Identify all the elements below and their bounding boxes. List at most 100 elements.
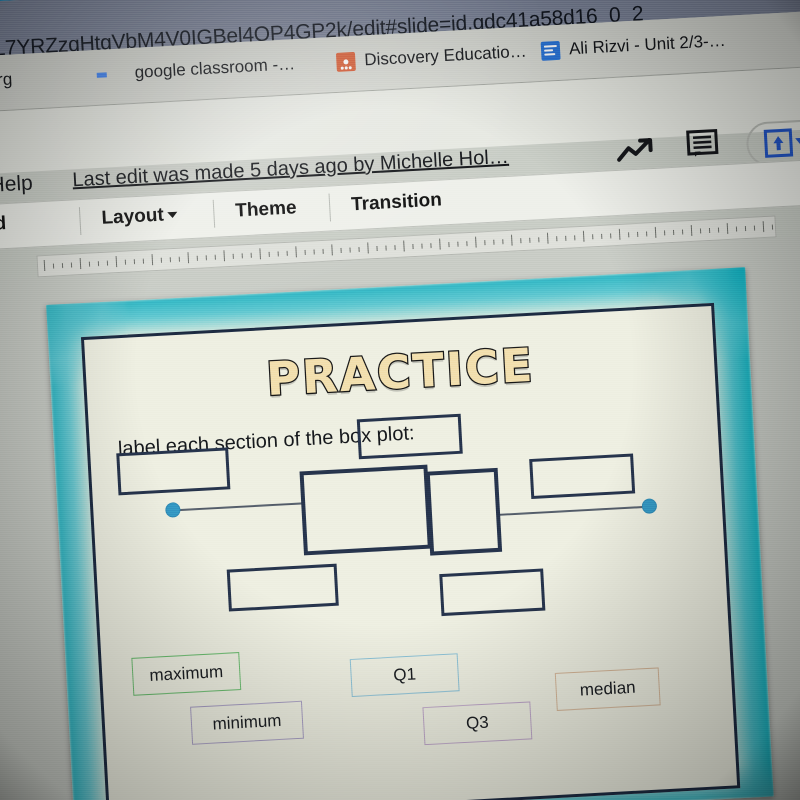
chevron-down-icon[interactable] — [794, 137, 800, 147]
ruler-tick — [628, 232, 630, 238]
ruler-tick — [735, 226, 738, 232]
right-whisker-endpoint-dot[interactable] — [641, 498, 658, 515]
blank-bottom-left[interactable] — [226, 563, 339, 612]
blank-top-center[interactable] — [356, 413, 463, 460]
ruler-tick — [385, 245, 387, 251]
ruler-tick — [322, 248, 324, 254]
ruler-tick — [43, 260, 46, 272]
ruler-tick — [664, 230, 666, 236]
toolbar-theme[interactable]: Theme — [235, 197, 297, 222]
comment-icon[interactable] — [686, 128, 722, 162]
ruler-tick — [582, 230, 585, 242]
ruler-tick — [169, 257, 171, 263]
ruler-tick — [205, 255, 207, 261]
ruler-tick — [762, 221, 765, 233]
ruler-tick — [610, 233, 612, 239]
ruler-tick — [124, 259, 127, 265]
answer-chip-q1[interactable]: Q1 — [349, 653, 460, 698]
ruler-tick — [726, 223, 729, 235]
ruler-tick — [196, 255, 198, 261]
ruler-tick — [250, 252, 252, 258]
ruler-tick — [744, 226, 747, 232]
ruler-tick — [475, 236, 477, 248]
ruler-tick — [52, 263, 55, 269]
discovery-education-icon — [335, 51, 356, 72]
ruler-tick — [295, 246, 297, 258]
ruler-tick — [592, 234, 594, 240]
ruler-tick — [232, 253, 234, 259]
slide-inner-panel: PRACTICE label each section of the box p… — [80, 302, 743, 800]
ruler-tick — [142, 258, 145, 264]
box-q1-to-median — [299, 464, 432, 556]
answer-chip-label: minimum — [212, 710, 282, 734]
answer-chip-median[interactable]: median — [554, 667, 661, 711]
ruler-tick — [403, 240, 405, 252]
ruler-tick — [268, 251, 270, 257]
box-median-to-q3 — [425, 467, 503, 556]
ruler-tick — [178, 256, 180, 262]
ruler-tick — [70, 262, 73, 268]
ruler-tick — [618, 228, 621, 240]
ruler-tick — [546, 232, 549, 244]
chevron-down-icon[interactable] — [167, 211, 178, 219]
answer-chip-minimum[interactable]: minimum — [190, 700, 304, 745]
menu-item-help[interactable]: Help — [0, 172, 33, 198]
ruler-tick — [214, 254, 216, 260]
ruler-tick — [646, 231, 648, 237]
present-icon — [763, 128, 793, 158]
ruler-tick — [466, 241, 468, 247]
ruler-tick — [133, 259, 136, 265]
ruler-tick — [538, 237, 540, 243]
ruler-tick — [430, 243, 432, 249]
ruler-tick — [412, 244, 414, 250]
blank-bottom-right[interactable] — [439, 568, 546, 617]
ruler-tick — [277, 251, 279, 257]
answer-chip-maximum[interactable]: maximum — [131, 652, 242, 696]
browser-window: zfbL7YRZzqHtgVbM4V0IGBel4OP4GP2k/edit#sl… — [0, 0, 800, 800]
blank-left-whisker-end[interactable] — [116, 447, 231, 496]
ruler-tick — [654, 226, 657, 238]
ruler-tick — [151, 254, 154, 266]
ruler-tick — [106, 260, 109, 266]
ruler-tick — [672, 229, 675, 235]
toolbar-layout[interactable]: Layout — [101, 204, 178, 230]
ruler-tick — [708, 227, 711, 234]
ruler-tick — [753, 225, 756, 231]
ruler-tick — [699, 228, 702, 234]
blank-right-whisker-end[interactable] — [529, 453, 636, 500]
ruler-tick — [88, 261, 91, 267]
ruler-tick — [61, 263, 64, 269]
ruler-tick — [520, 238, 522, 244]
left-whisker-endpoint-dot[interactable] — [165, 502, 181, 518]
ruler-tick — [457, 241, 459, 247]
ruler-tick — [574, 235, 576, 241]
ruler-tick — [160, 257, 163, 263]
ruler-tick — [349, 247, 351, 253]
ruler-tick — [340, 247, 342, 253]
answer-chip-label: median — [579, 677, 637, 700]
ruler-tick — [690, 224, 693, 236]
box-plot-diagram: maximum Q1 median minimum Q3 — [84, 306, 743, 800]
ruler-tick — [223, 250, 226, 262]
left-whisker-line — [173, 502, 304, 512]
ruler-tick — [358, 246, 360, 253]
google-docs-icon — [540, 40, 561, 61]
ruler-tick — [79, 258, 82, 270]
ruler-tick — [376, 245, 378, 252]
trending-arrow-icon[interactable] — [616, 136, 657, 166]
ruler-tick — [187, 252, 190, 264]
answer-chip-label: Q1 — [392, 664, 417, 685]
ruler-tick — [304, 249, 306, 255]
slide[interactable]: PRACTICE label each section of the box p… — [46, 267, 774, 800]
ruler-tick — [259, 248, 261, 260]
right-whisker-line — [498, 505, 648, 516]
ruler-tick — [565, 235, 567, 241]
ruler-tick — [115, 256, 118, 268]
ruler-tick — [313, 249, 315, 255]
ruler-tick — [511, 234, 513, 246]
ruler-tick — [421, 243, 423, 249]
answer-chip-q3[interactable]: Q3 — [422, 701, 533, 746]
answer-chip-label: maximum — [148, 661, 224, 685]
ruler-tick — [637, 231, 639, 237]
google-g-icon — [106, 64, 126, 84]
